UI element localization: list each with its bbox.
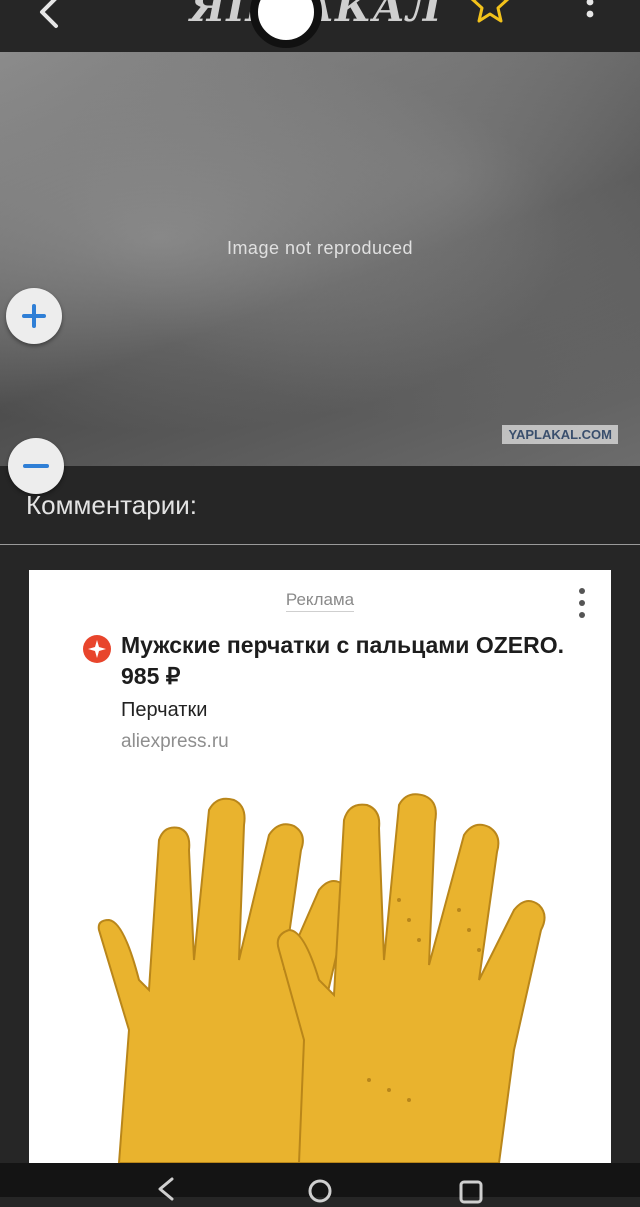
aliexpress-brand-icon	[83, 635, 111, 663]
section-divider	[0, 544, 640, 545]
more-vertical-icon[interactable]	[580, 0, 600, 26]
plus-icon	[22, 304, 46, 328]
back-arrow-icon[interactable]	[30, 0, 74, 38]
zoom-out-button[interactable]	[8, 438, 64, 494]
top-bar: ЯПЛАКАЛ	[0, 0, 640, 52]
ad-card[interactable]: Реклама Мужские перчатки с пальцами OZER…	[29, 570, 611, 1163]
nav-back-icon[interactable]	[148, 1173, 184, 1203]
ad-title-link[interactable]: Мужские перчатки с пальцами OZERO. 985 ₽	[121, 630, 591, 692]
ad-domain[interactable]: aliexpress.ru	[121, 731, 229, 753]
ad-options-icon[interactable]	[571, 586, 593, 622]
placeholder-note: Image not reproduced	[226, 238, 414, 258]
comments-heading: Комментарии:	[26, 490, 197, 520]
product-image-gloves[interactable]	[69, 780, 589, 1163]
image-watermark: YAPLAKAL.COM	[502, 425, 618, 444]
ad-subtitle: Перчатки	[121, 699, 208, 721]
minus-icon	[23, 464, 49, 468]
post-image[interactable]: Image not reproduced YAPLAKAL.COM	[0, 52, 640, 466]
ad-label: Реклама	[29, 590, 611, 612]
system-nav-bar	[0, 1163, 640, 1204]
nav-home-icon[interactable]	[304, 1175, 336, 1205]
nav-recents-icon[interactable]	[456, 1177, 486, 1207]
logo-emblem-icon	[250, 0, 322, 48]
image-placeholder	[0, 52, 640, 466]
zoom-in-button[interactable]	[6, 288, 62, 344]
ad-label-text: Реклама	[285, 590, 355, 612]
favorite-star-icon[interactable]	[468, 0, 512, 26]
